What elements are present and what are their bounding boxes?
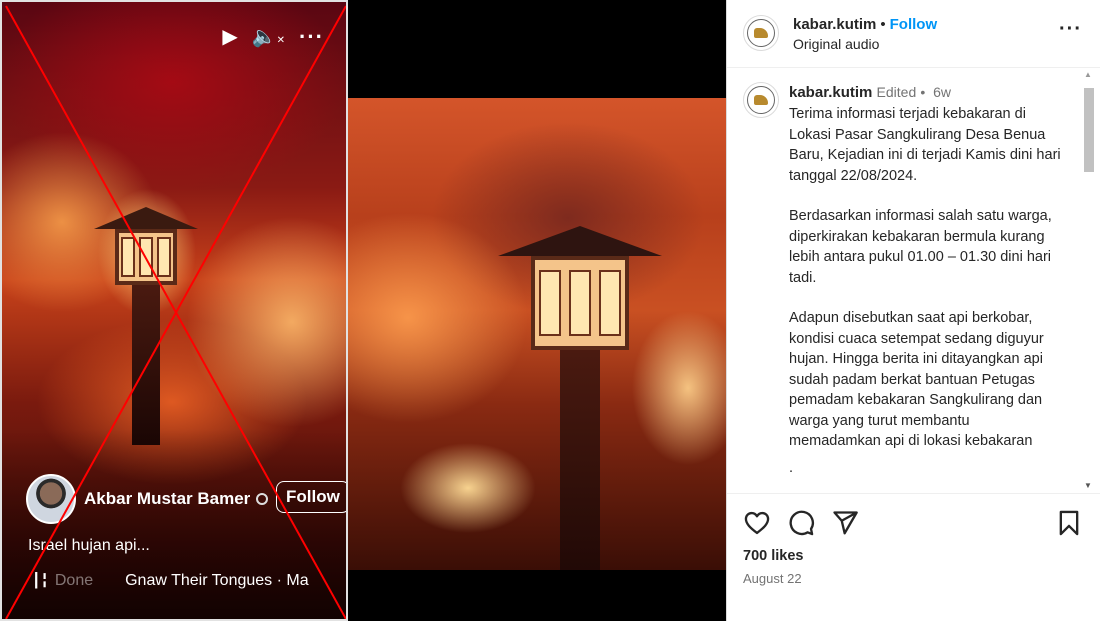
scroll-down-icon[interactable]: ▼ <box>1084 481 1092 490</box>
avatar[interactable] <box>743 15 779 51</box>
fire-video-frame[interactable] <box>348 98 726 570</box>
caption-paragraph: Adapun disebutkan saat api berkobar, kon… <box>789 310 1044 449</box>
caption-paragraph: Berdasarkan informasi salah satu warga, … <box>789 208 1052 286</box>
likes-count[interactable]: 700 likes <box>743 548 803 564</box>
post-date[interactable]: August 22 <box>743 571 802 586</box>
fire-lamp-structure <box>498 226 662 570</box>
video-player[interactable] <box>348 0 726 621</box>
caption-username[interactable]: kabar.kutim <box>789 84 872 101</box>
avatar[interactable] <box>743 82 779 118</box>
header-username[interactable]: kabar.kutim <box>793 16 876 33</box>
header-user-line: kabar.kutim • Follow <box>793 16 937 33</box>
caption-dot: . <box>789 459 794 476</box>
scrollbar-thumb[interactable] <box>1084 88 1094 172</box>
caption-header: kabar.kutim Edited • 6w <box>789 84 951 101</box>
original-audio-link[interactable]: Original audio <box>793 36 879 52</box>
caption-scroll-area[interactable]: kabar.kutim Edited • 6w Terima informasi… <box>727 68 1100 494</box>
caption-dot: . <box>789 484 794 494</box>
edited-label: Edited <box>876 84 917 100</box>
heart-icon[interactable] <box>743 509 771 537</box>
bookmark-icon[interactable] <box>1055 509 1083 537</box>
instagram-post-panel: kabar.kutim • Follow Original audio ··· ka… <box>726 0 1100 621</box>
follow-button[interactable]: Follow <box>890 16 938 33</box>
post-actions <box>743 509 1083 539</box>
scrollbar[interactable]: ▲ ▼ <box>1082 70 1095 490</box>
scroll-up-icon[interactable]: ▲ <box>1084 70 1092 79</box>
caption-paragraph: Terima informasi terjadi kebakaran di Lo… <box>789 106 1061 184</box>
separator-dot: • <box>880 16 886 33</box>
caption-text: Terima informasi terjadi kebakaran di Lo… <box>789 104 1063 494</box>
caption-time: • 6w <box>920 84 952 100</box>
comment-icon[interactable] <box>787 509 815 537</box>
red-cross-mark <box>5 5 346 619</box>
more-icon[interactable]: ··· <box>1059 18 1082 41</box>
post-header: kabar.kutim • Follow Original audio ··· <box>727 0 1100 68</box>
share-icon[interactable] <box>831 509 859 537</box>
facebook-reel-screenshot: ▶ 🔈✕ ··· Akbar Mustar Bamer Follow Israe… <box>0 0 348 621</box>
